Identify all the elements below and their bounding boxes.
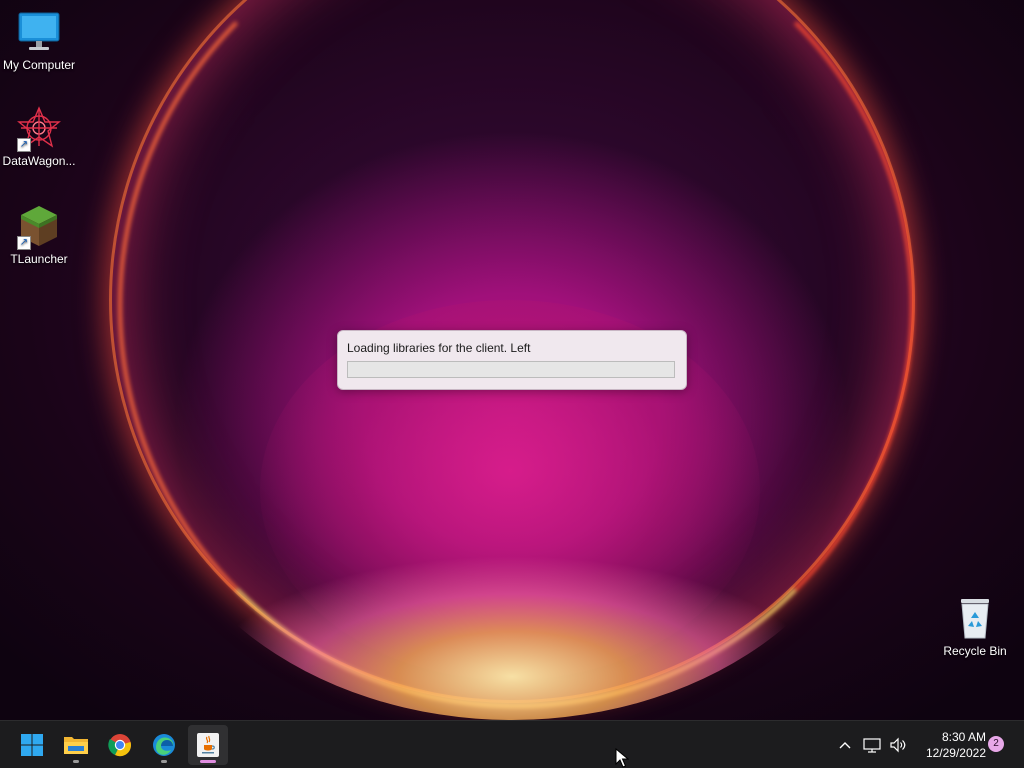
- grass-block-icon: ↗: [17, 204, 61, 250]
- loading-progress-bar: [347, 361, 675, 378]
- taskbar-file-explorer[interactable]: [56, 725, 96, 765]
- start-button[interactable]: [12, 725, 52, 765]
- folder-icon: [64, 737, 88, 754]
- datawagon-icon: ↗: [17, 106, 61, 152]
- taskbar: 8:30 AM 12/29/2022: [0, 720, 1024, 768]
- desktop-icon-label: DataWagon...: [2, 154, 76, 168]
- clock[interactable]: 8:30 AM 12/29/2022: [914, 729, 986, 761]
- speaker-icon: [890, 737, 906, 753]
- desktop-icon-tlauncher[interactable]: ↗ TLauncher: [0, 204, 78, 266]
- show-hidden-icons-button[interactable]: [834, 721, 856, 769]
- desktop-icon-label: Recycle Bin: [943, 644, 1007, 658]
- desktop: My Computer ↗ DataWagon... ↗ TLauncher R…: [0, 0, 1024, 720]
- taskbar-chrome[interactable]: [100, 725, 140, 765]
- desktop-icon-recycle-bin[interactable]: Recycle Bin: [936, 596, 1014, 658]
- chevron-up-icon: [839, 742, 851, 749]
- recycle-bin-icon: [953, 596, 997, 640]
- shortcut-arrow-icon: ↗: [17, 138, 31, 152]
- java-icon: [197, 733, 219, 757]
- monitor-icon: [17, 10, 61, 54]
- running-indicator: [161, 760, 167, 763]
- edge-icon: [153, 734, 175, 756]
- desktop-icon-label: My Computer: [2, 58, 76, 72]
- clock-date: 12/29/2022: [925, 746, 986, 760]
- volume-button[interactable]: [886, 721, 910, 769]
- loading-message: Loading libraries for the client. Left: [347, 341, 531, 355]
- loading-dialog: Loading libraries for the client. Left: [337, 330, 687, 390]
- notification-badge[interactable]: 2: [988, 736, 1004, 752]
- desktop-icon-label: TLauncher: [10, 252, 68, 266]
- taskbar-java[interactable]: [188, 725, 228, 765]
- mouse-cursor-icon: [615, 747, 630, 772]
- chrome-icon: [108, 734, 131, 757]
- wallpaper-ring-glow: [140, 430, 884, 720]
- running-indicator: [73, 760, 79, 763]
- clock-time: 8:30 AM: [941, 730, 986, 744]
- taskbar-edge[interactable]: [144, 725, 184, 765]
- network-icon: [863, 738, 881, 753]
- windows-start-icon: [21, 734, 43, 756]
- desktop-icon-datawagon[interactable]: ↗ DataWagon...: [0, 106, 78, 168]
- desktop-icon-my-computer[interactable]: My Computer: [0, 10, 78, 72]
- network-button[interactable]: [860, 721, 884, 769]
- active-indicator: [200, 760, 216, 763]
- shortcut-arrow-icon: ↗: [17, 236, 31, 250]
